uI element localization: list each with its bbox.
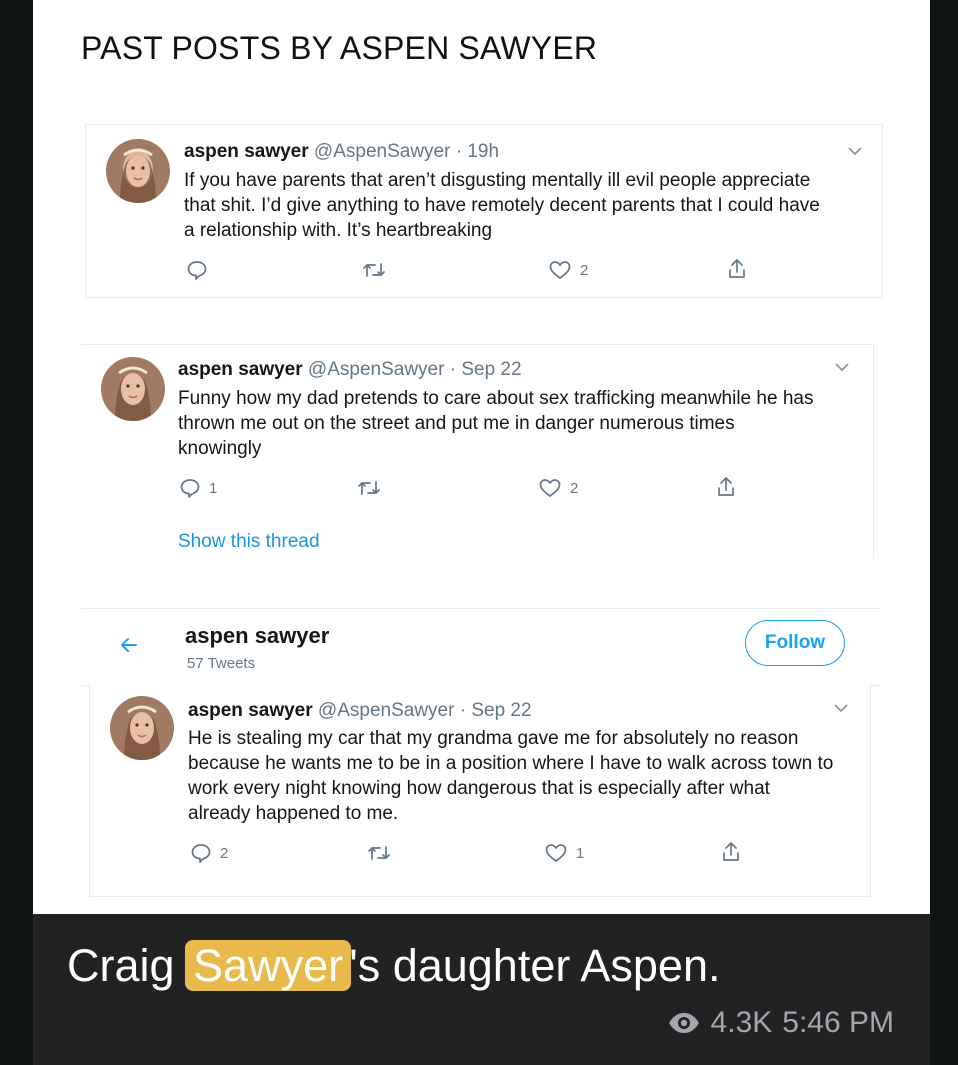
share-button[interactable] (715, 475, 737, 499)
tweet-count: 57 Tweets (187, 655, 256, 672)
caption-text: Craig (67, 940, 188, 991)
retweet-button[interactable] (356, 477, 382, 499)
like-count: 2 (570, 479, 579, 497)
tweet-card[interactable]: aspen sawyer @AspenSawyer · Sep 22 He is… (89, 684, 871, 897)
tweet-text-line: Funny how my dad pretends to care about … (178, 388, 814, 409)
chevron-down-icon[interactable] (833, 361, 851, 373)
tweet-card[interactable]: aspen sawyer @AspenSawyer · 19h If you h… (85, 124, 883, 298)
back-arrow-icon[interactable] (119, 635, 139, 655)
like-button[interactable]: 1 (544, 842, 584, 864)
reply-button[interactable]: 2 (190, 842, 228, 864)
tweet-text-line: already happened to me. (188, 803, 399, 824)
eye-icon (668, 1013, 699, 1033)
show-thread-link[interactable]: Show this thread (178, 531, 320, 553)
reply-button[interactable]: 1 (179, 477, 217, 499)
author-handle[interactable]: @AspenSawyer (308, 359, 445, 380)
tweet-text-line: a relationship with. It’s heartbreaking (184, 220, 493, 241)
follow-button[interactable]: Follow (745, 620, 845, 666)
reply-count: 1 (209, 479, 218, 497)
chevron-down-icon[interactable] (832, 702, 850, 714)
share-button[interactable] (720, 840, 742, 864)
share-icon (723, 842, 739, 861)
like-count: 2 (580, 261, 589, 279)
message-caption: Craig Sawyer's daughter Aspen. (67, 940, 720, 992)
screenshot-panel: PAST POSTS BY ASPEN SAWYER aspen sawyer … (33, 0, 930, 914)
tweet-text-line: work every night knowing how dangerous t… (188, 778, 770, 799)
tweet-header: aspen sawyer @AspenSawyer · Sep 22 (178, 359, 522, 381)
tweet-timestamp[interactable]: Sep 22 (471, 700, 531, 721)
profile-name: aspen sawyer (185, 623, 330, 648)
message-time: 5:46 PM (782, 1006, 894, 1039)
author-name[interactable]: aspen sawyer (188, 700, 313, 721)
retweet-icon (358, 481, 380, 495)
separator: · (455, 141, 463, 162)
author-name[interactable]: aspen sawyer (178, 359, 303, 380)
tweet-timestamp[interactable]: 19h (467, 141, 499, 162)
tweet-text-line: because he wants me to be in a position … (188, 753, 834, 774)
tweet-text: If you have parents that aren’t disgusti… (184, 168, 820, 243)
reply-count: 2 (220, 844, 229, 862)
share-icon (718, 477, 734, 496)
tweet-header: aspen sawyer @AspenSawyer · Sep 22 (188, 700, 532, 722)
retweet-icon (363, 263, 385, 277)
message-caption-bar: Craig Sawyer's daughter Aspen. 4.3K 5:46… (33, 914, 930, 1065)
reply-icon (180, 479, 200, 498)
profile-header: aspen sawyer 57 Tweets Follow (81, 608, 881, 686)
author-handle[interactable]: @AspenSawyer (318, 700, 455, 721)
tweet-text: He is stealing my car that my grandma ga… (188, 726, 833, 826)
separator: · (459, 700, 467, 721)
search-highlight: Sawyer (185, 940, 352, 991)
tweet-card[interactable]: aspen sawyer @AspenSawyer · Sep 22 Funny… (81, 344, 874, 559)
tweet-text-line: He is stealing my car that my grandma ga… (188, 728, 799, 749)
like-icon (539, 479, 561, 497)
share-icon (729, 259, 745, 278)
retweet-button[interactable] (361, 259, 387, 281)
tweet-text-line: thrown me out on the street and put me i… (178, 413, 735, 434)
like-button[interactable]: 2 (548, 259, 588, 281)
like-count: 1 (576, 844, 585, 862)
page-title: PAST POSTS BY ASPEN SAWYER (81, 30, 598, 66)
avatar[interactable] (106, 139, 170, 203)
view-count: 4.3K (710, 1006, 773, 1039)
reply-icon (187, 261, 207, 280)
tweet-text-line: knowingly (178, 438, 262, 459)
author-handle[interactable]: @AspenSawyer (314, 141, 451, 162)
retweet-button[interactable] (366, 842, 392, 864)
avatar[interactable] (101, 357, 165, 421)
tweet-timestamp[interactable]: Sep 22 (461, 359, 521, 380)
retweet-icon (368, 846, 390, 860)
reply-icon (191, 844, 211, 863)
author-name[interactable]: aspen sawyer (184, 141, 309, 162)
tweet-text: Funny how my dad pretends to care about … (178, 386, 813, 461)
like-icon (549, 261, 571, 279)
like-icon (545, 844, 567, 862)
tweet-header: aspen sawyer @AspenSawyer · 19h (184, 141, 499, 163)
caption-text: 's daughter Aspen. (349, 940, 721, 991)
share-button[interactable] (726, 257, 748, 281)
avatar[interactable] (110, 696, 174, 760)
left-edge (0, 0, 33, 1065)
right-edge (930, 0, 958, 1065)
separator: · (449, 359, 457, 380)
reply-button[interactable] (186, 259, 216, 281)
like-button[interactable]: 2 (538, 477, 578, 499)
tweet-text-line: If you have parents that aren’t disgusti… (184, 170, 811, 191)
tweet-text-line: that shit. I’d give anything to have rem… (184, 195, 820, 216)
chevron-down-icon[interactable] (846, 145, 864, 157)
message-meta: 4.3K 5:46 PM (667, 1006, 894, 1040)
